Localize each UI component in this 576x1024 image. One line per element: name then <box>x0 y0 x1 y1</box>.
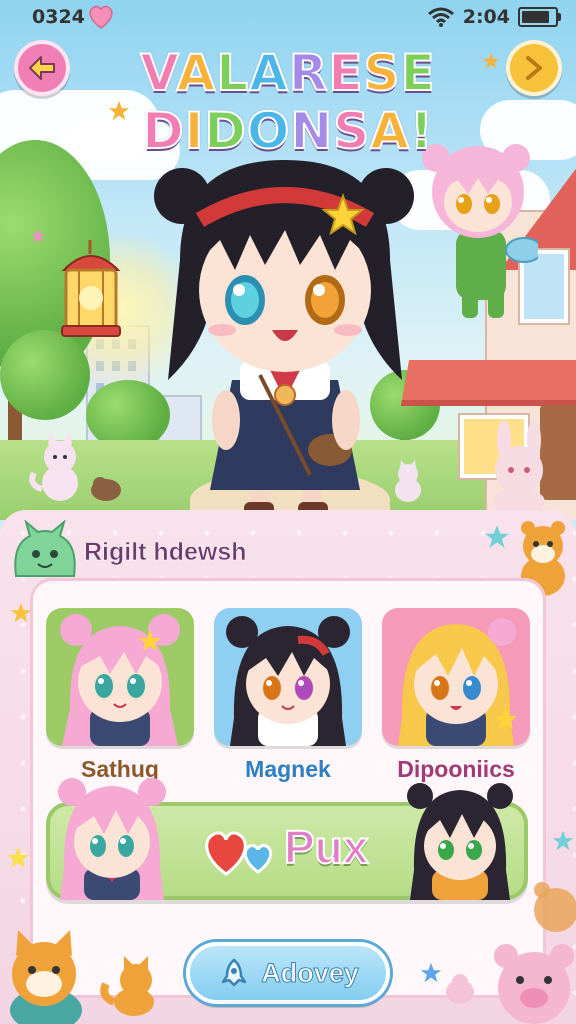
character-select-panel: Rigilt hdewsh Sathug Magnek Dipooniics P… <box>0 510 576 1024</box>
rocket-icon <box>221 958 247 987</box>
game-screen: 0324 2:04 VALARESE DIDONSA! Rigilt hdews… <box>0 0 576 1024</box>
lantern-icon <box>61 240 121 337</box>
title-letter: A <box>248 43 289 103</box>
star-icon <box>552 830 574 851</box>
star-icon <box>10 602 32 623</box>
character-portrait <box>46 608 194 746</box>
title-line-2: DIDONSA! <box>0 101 576 161</box>
title-letter: D <box>141 101 185 161</box>
title-letter: I <box>184 101 205 161</box>
title-letter: V <box>139 43 177 103</box>
bunny-figure <box>493 420 545 514</box>
game-title: VALARESE DIDONSA! <box>0 43 576 161</box>
title-letter: L <box>215 43 250 103</box>
status-clock: 2:04 <box>462 6 510 28</box>
adovey-button-label: Adovey <box>261 957 360 988</box>
star-icon <box>7 847 29 868</box>
battery-icon <box>518 7 561 27</box>
title-letter: D <box>203 101 247 161</box>
character-portrait <box>382 608 530 746</box>
character-card-sathug[interactable] <box>46 608 194 746</box>
character-portrait <box>214 608 362 746</box>
title-letter: E <box>400 43 436 103</box>
fox-mascot <box>100 956 154 1016</box>
title-letter: S <box>363 43 401 103</box>
title-letter: N <box>289 101 334 161</box>
title-letter: O <box>246 101 291 161</box>
character-name: Magnek <box>245 756 331 782</box>
cat-mascot <box>10 930 82 1024</box>
title-letter: A <box>176 43 217 103</box>
character-card-magnek[interactable] <box>214 608 362 746</box>
star-icon <box>485 525 509 548</box>
main-character <box>154 160 414 540</box>
pink-hair-character <box>422 144 538 318</box>
status-indicators: 2:04 <box>427 6 561 28</box>
cat-figure <box>29 431 78 501</box>
puppy-figure <box>91 477 121 501</box>
adovey-button[interactable]: Adovey <box>186 942 390 1004</box>
character-card-dipooniics[interactable] <box>382 608 530 746</box>
title-letter: R <box>288 43 329 103</box>
pig-mascot <box>446 944 574 1024</box>
section-title: Rigilt hdewsh <box>84 538 247 567</box>
pux-label: Pux <box>283 820 369 874</box>
title-letter: A <box>369 101 410 161</box>
pux-action-button[interactable]: Pux <box>46 778 528 900</box>
title-line-1: VALARESE <box>0 43 576 103</box>
slime-icon <box>14 520 76 577</box>
status-bar: 0324 2:04 <box>0 0 576 34</box>
status-time: 0324 <box>32 6 85 28</box>
title-letter: S <box>332 101 371 161</box>
star-icon <box>30 228 46 243</box>
title-letter: E <box>327 43 364 103</box>
title-letter: ! <box>409 101 434 161</box>
bear-mascot <box>534 882 576 932</box>
wifi-icon <box>427 7 454 27</box>
star-icon <box>420 962 442 983</box>
dark-hair-character <box>407 783 513 900</box>
heart-icon <box>89 5 113 29</box>
pink-hair-character <box>58 778 166 900</box>
hearts-icon <box>205 831 273 876</box>
